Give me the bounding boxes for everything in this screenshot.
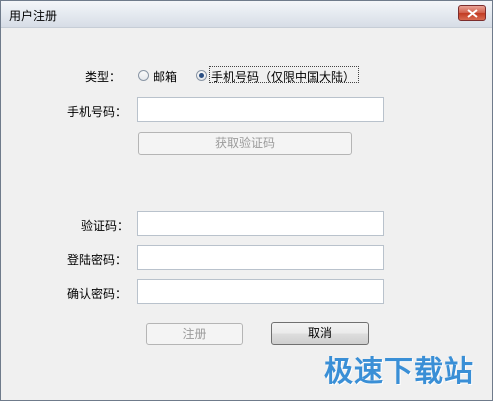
phone-input[interactable]	[137, 97, 384, 122]
password-label: 登陆密码：	[67, 253, 128, 267]
confirm-label: 确认密码：	[67, 287, 128, 301]
confirm-input[interactable]	[137, 279, 384, 304]
register-button[interactable]: 注册	[146, 323, 243, 345]
password-input[interactable]	[137, 245, 384, 270]
cancel-button[interactable]: 取消	[271, 322, 369, 345]
window-title: 用户注册	[9, 9, 58, 23]
radio-selected-dot	[199, 73, 204, 78]
radio-phone-label[interactable]: 手机号码（仅限中国大陆）	[211, 68, 355, 85]
radio-email[interactable]	[138, 70, 149, 81]
close-button[interactable]	[458, 5, 486, 21]
close-icon	[467, 9, 478, 18]
site-watermark: 极速下载站	[323, 354, 474, 388]
register-dialog: 用户注册 类型： 邮箱 手机号码（仅限中国大陆） 手机号码： 获取验证码 验证码…	[0, 0, 493, 401]
radio-phone[interactable]	[196, 70, 207, 81]
radio-email-label[interactable]: 邮箱	[153, 68, 177, 85]
get-code-button[interactable]: 获取验证码	[138, 132, 352, 155]
type-label: 类型：	[85, 70, 122, 84]
title-bar[interactable]: 用户注册	[1, 1, 492, 28]
phone-label: 手机号码：	[67, 105, 128, 119]
code-label: 验证码：	[81, 219, 130, 233]
code-input[interactable]	[137, 211, 384, 236]
